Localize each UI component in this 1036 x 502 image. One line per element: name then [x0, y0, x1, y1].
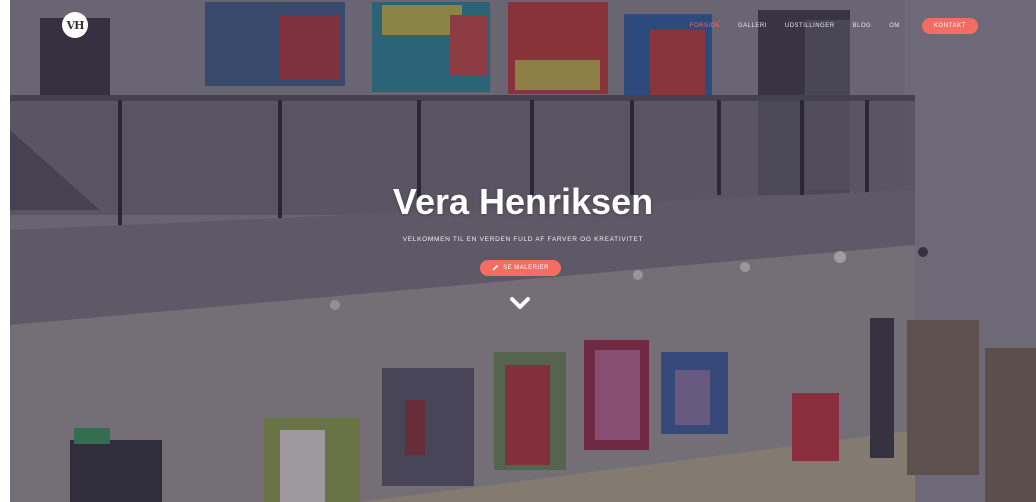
nav-link-udstillinger[interactable]: UDSTILLINGER	[785, 18, 835, 34]
logo-text: VH	[66, 18, 85, 32]
nav-link-om[interactable]: OM	[889, 18, 900, 34]
page: VH FORSIDE GALLERI UDSTILLINGER BLOG OM …	[0, 0, 1036, 502]
navbar: VH FORSIDE GALLERI UDSTILLINGER BLOG OM …	[10, 0, 1036, 54]
kontakt-button[interactable]: KONTAKT	[921, 18, 978, 34]
nav-link-galleri[interactable]: GALLERI	[738, 18, 767, 34]
hero-subtitle: VELKOMMEN TIL EN VERDEN FULD AF FARVER O…	[402, 236, 644, 243]
se-malerier-button[interactable]: SE MALERIER	[480, 260, 561, 276]
nav-links: FORSIDE GALLERI UDSTILLINGER BLOG OM KON…	[672, 18, 978, 34]
nav-link-blog[interactable]: BLOG	[853, 18, 872, 34]
nav-link-forside[interactable]: FORSIDE	[690, 18, 720, 34]
se-malerier-label: SE MALERIER	[503, 265, 549, 271]
pencil-icon	[492, 264, 499, 273]
chevron-down-icon[interactable]	[509, 295, 531, 313]
logo[interactable]: VH	[62, 12, 88, 38]
page-gutter	[0, 0, 10, 502]
hero-title: Vera Henriksen	[392, 181, 654, 222]
hero-overlay	[10, 0, 1036, 502]
